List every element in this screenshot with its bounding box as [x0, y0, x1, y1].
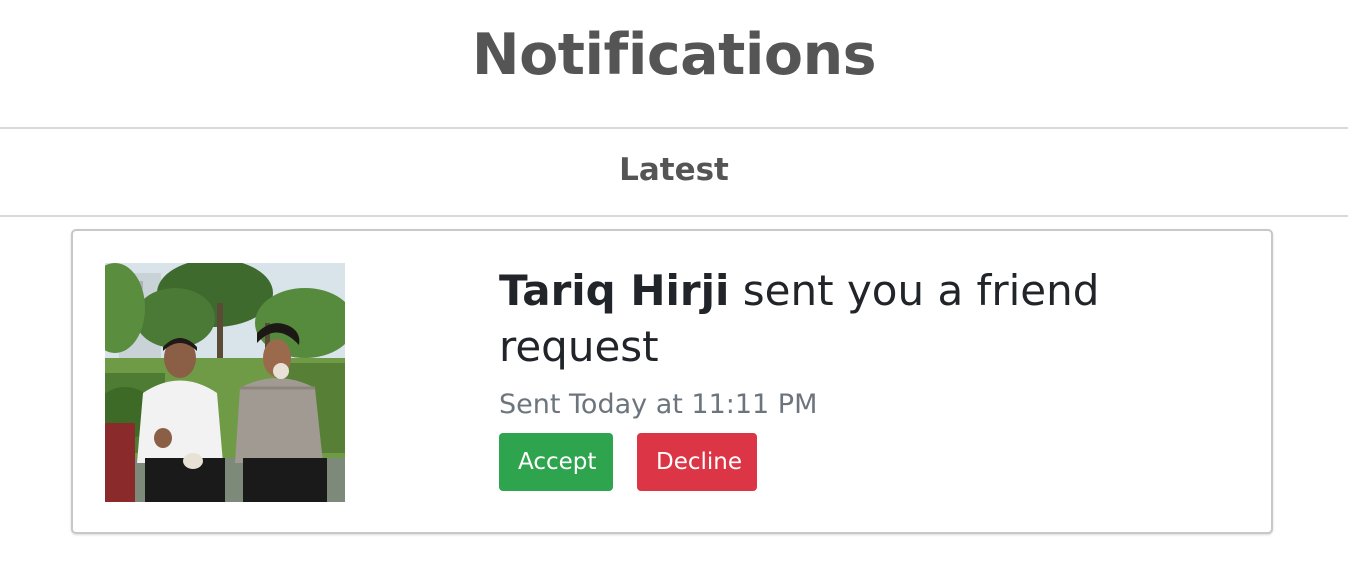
- sender-name[interactable]: Tariq Hirji: [499, 266, 729, 315]
- notification-content: Tariq Hirji sent you a friend request Se…: [499, 263, 1199, 491]
- decline-button[interactable]: Decline: [637, 433, 757, 491]
- notifications-page: Notifications Latest Tariq Hirji sent yo…: [0, 0, 1348, 574]
- page-title: Notifications: [471, 22, 877, 88]
- bottom-divider: [0, 215, 1348, 217]
- top-divider: [0, 127, 1348, 129]
- notification-timestamp: Sent Today at 11:11 PM: [499, 389, 818, 420]
- notification-card: Tariq Hirji sent you a friend request Se…: [71, 229, 1273, 534]
- accept-button[interactable]: Accept: [499, 433, 613, 491]
- section-heading-latest: Latest: [619, 152, 729, 188]
- notification-message: Tariq Hirji sent you a friend request: [499, 263, 1199, 375]
- avatar: [105, 263, 345, 502]
- notification-actions: Accept Decline: [499, 433, 1199, 491]
